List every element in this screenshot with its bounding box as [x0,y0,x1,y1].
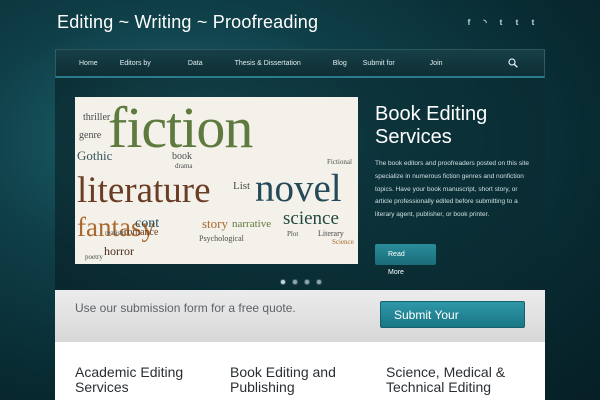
cloud-word: story [202,216,228,231]
service-title-science[interactable]: Science, Medical & Technical Editing [386,365,531,395]
slider-dot[interactable] [292,279,298,285]
nav-join[interactable]: Join [430,60,443,67]
slider-dot[interactable] [280,279,286,285]
rss-icon[interactable]: ◝ [480,17,490,27]
cloud-word: Science [332,238,354,246]
slider-dot[interactable] [316,279,322,285]
cloud-word: genre [79,130,102,141]
cloud-word: Literary [318,229,344,238]
nav-editors-by[interactable]: Editors by [120,60,151,67]
service-title-book[interactable]: Book Editing and Publishing [230,365,375,395]
nav-submit-for[interactable]: Submit for [363,60,395,67]
submit-button[interactable]: Submit Your [380,301,525,328]
cloud-word: literature [77,170,211,211]
cloud-word: horror [104,244,134,258]
slider-dot[interactable] [304,279,310,285]
nav-home[interactable]: Home [79,60,98,67]
cloud-word: cont [135,216,160,231]
social-links: f ◝ t t t [464,17,538,27]
slider-pagination [280,279,322,285]
cloud-word: Plot [287,230,299,238]
hero-description: The book editors and proofreaders posted… [375,160,529,219]
site-title[interactable]: Editing ~ Writing ~ Proofreading [57,12,318,33]
cloud-word: book [172,151,192,162]
facebook-icon[interactable]: f [464,17,474,27]
service-title-academic[interactable]: Academic Editing Services [75,365,220,395]
nav-blog[interactable]: Blog [333,60,347,67]
cloud-word: thriller [83,112,111,123]
cloud-word: drama [175,162,193,170]
cloud-word: Gothic [77,148,113,163]
tumblr-icon[interactable]: t [528,17,538,27]
search-icon[interactable] [508,58,518,68]
read-more-label[interactable]: More [388,269,404,276]
cloud-word: novel [255,167,342,210]
read-more-button[interactable]: Read [375,244,436,265]
main-nav: Home Editors by Data Thesis & Dissertati… [55,49,545,78]
nav-data[interactable]: Data [188,60,203,67]
hero-title: Book Editing Services [375,103,488,148]
cloud-word: Psychological [199,234,244,243]
quote-text: Use our submission form for a free quote… [75,301,296,315]
cloud-word: Fictional [327,158,352,166]
cloud-word: List [233,180,251,192]
tumblr-icon[interactable]: t [512,17,522,27]
word-cloud-image[interactable]: fiction literature novel fantasy science… [75,97,358,264]
cloud-word: realism [105,229,126,237]
cloud-word: poetry [85,253,103,261]
twitter-icon[interactable]: t [496,17,506,27]
cloud-word: science [283,208,339,229]
cloud-word: fiction [108,97,253,160]
nav-thesis-dissertation[interactable]: Thesis & Dissertation [235,60,301,67]
cloud-word: narrative [232,218,272,230]
